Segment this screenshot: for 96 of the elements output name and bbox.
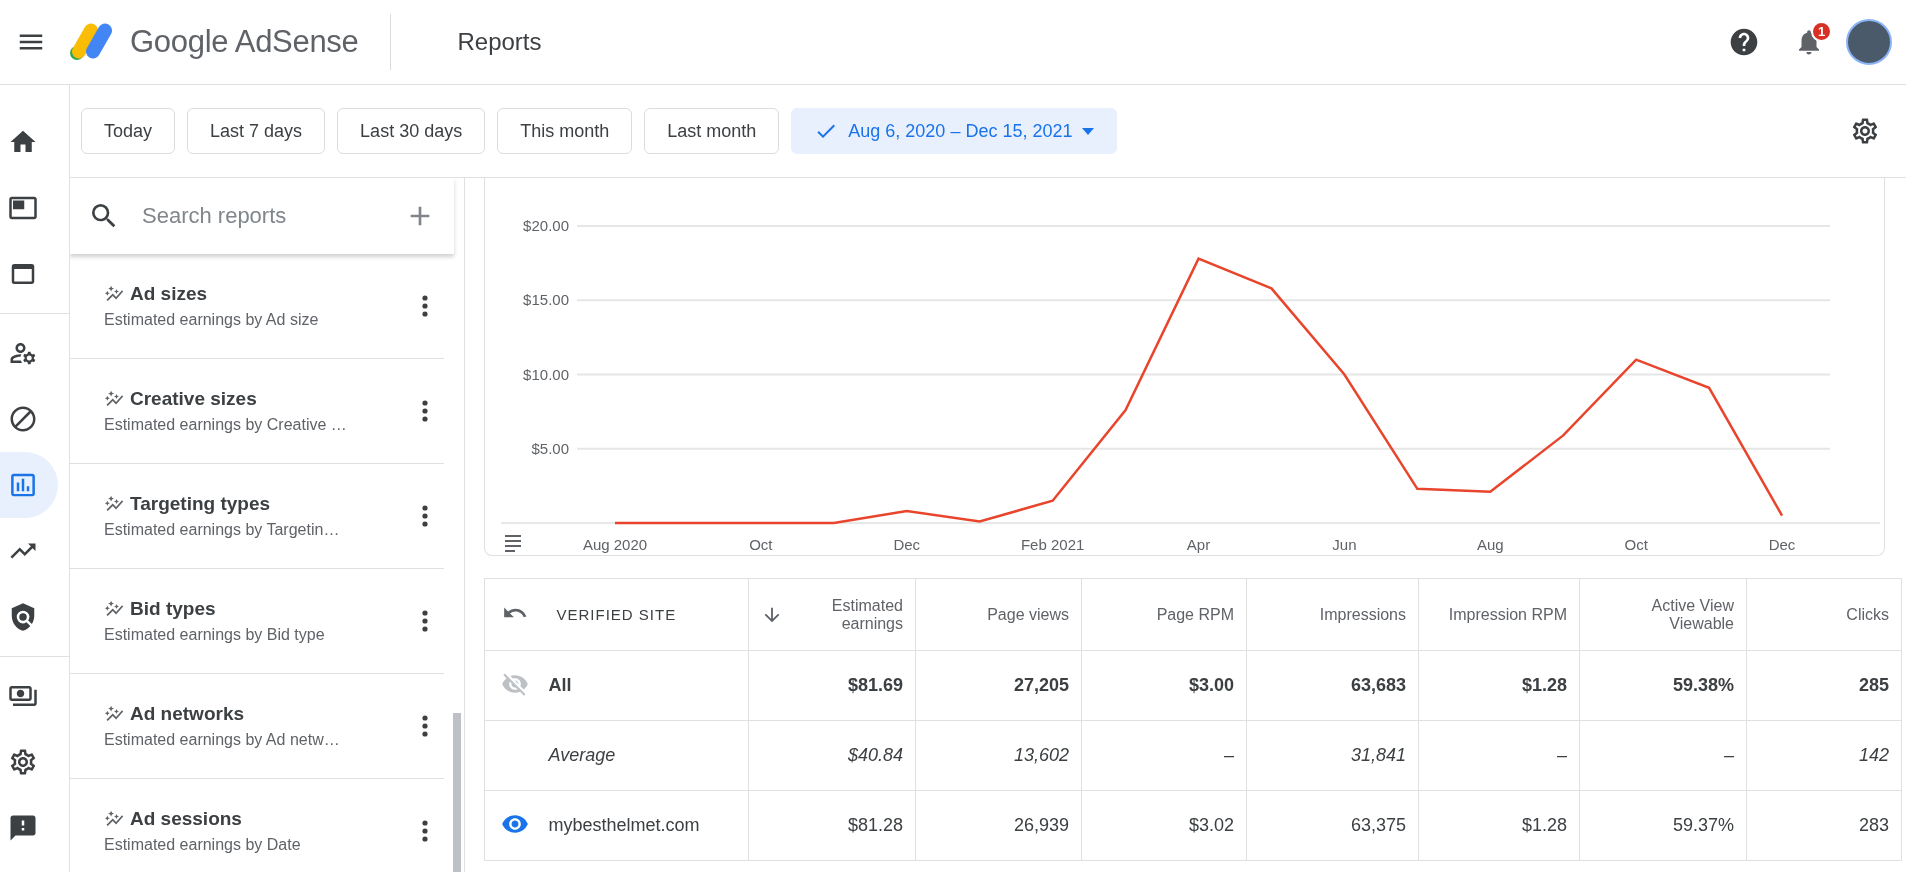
column-header[interactable]: Page views	[915, 578, 1082, 651]
report-item[interactable]: Creative sizes Estimated earnings by Creative …	[70, 359, 444, 464]
settings-icon	[8, 747, 38, 777]
x-axis-label: Dec	[893, 536, 921, 553]
x-axis-label: Feb 2021	[1020, 536, 1085, 553]
report-subtitle: Estimated earnings by Bid type	[104, 626, 326, 644]
report-subtitle: Estimated earnings by Ad netw…	[104, 731, 341, 749]
caret-icon	[1082, 127, 1095, 135]
table-cell: –	[1579, 720, 1747, 791]
report-title: Ad sizes	[130, 283, 208, 305]
y-axis-label: $5.00	[531, 439, 569, 457]
date-filter-chip[interactable]: This month	[497, 108, 633, 154]
report-subtitle: Estimated earnings by Date	[104, 836, 302, 854]
site-cell: All	[544, 650, 749, 721]
column-header[interactable]: Active View Viewable	[1579, 578, 1747, 651]
x-axis-label: Aug 2020	[582, 536, 648, 553]
table-cell: 283	[1746, 790, 1902, 861]
date-filter-chip[interactable]: Last month	[644, 108, 780, 154]
table-cell: $81.28	[748, 790, 916, 861]
table-cell: 13,602	[915, 720, 1082, 791]
y-axis-label: $10.00	[523, 365, 569, 383]
sparkle-graph-icon	[104, 599, 124, 619]
sparkle-graph-icon	[104, 809, 124, 829]
report-item[interactable]: Ad networks Estimated earnings by Ad netw…	[70, 674, 444, 779]
column-header[interactable]: Impression RPM	[1418, 578, 1580, 651]
nav-item[interactable]	[0, 452, 58, 518]
page-title: Reports	[457, 28, 542, 56]
report-item[interactable]: Bid types Estimated earnings by Bid type	[70, 569, 444, 674]
report-title: Ad sessions	[130, 808, 242, 830]
block-icon	[8, 404, 38, 434]
feedback-icon	[8, 813, 38, 843]
table-cell: 142	[1746, 720, 1902, 791]
table-cell: 285	[1746, 650, 1902, 721]
report-subtitle: Estimated earnings by Targetin…	[104, 521, 341, 539]
y-axis-label: $15.00	[523, 291, 569, 309]
site-cell: mybesthelmet.com	[544, 790, 749, 861]
report-title: Ad networks	[130, 703, 245, 725]
date-filter-chip[interactable]: Last 30 days	[337, 108, 486, 154]
column-header[interactable]: Page RPM	[1081, 578, 1247, 651]
avatar[interactable]	[1846, 19, 1892, 65]
settings-icon	[1850, 116, 1880, 146]
report-item[interactable]: Ad sizes Estimated earnings by Ad size	[70, 254, 444, 359]
report-item[interactable]: Targeting types Estimated earnings by Targetin…	[70, 464, 444, 569]
x-axis-label: Dec	[1768, 536, 1796, 553]
table-cell: $1.28	[1418, 650, 1580, 721]
table-cell: 26,939	[915, 790, 1082, 861]
sparkle-graph-icon	[104, 494, 124, 514]
table-cell: $3.00	[1081, 650, 1247, 721]
x-axis-label: Apr	[1186, 536, 1211, 553]
product-name: Google AdSense	[130, 24, 359, 60]
table-cell: 59.38%	[1579, 650, 1747, 721]
table-cell: $40.84	[748, 720, 916, 791]
date-filter-chip[interactable]: Aug 6, 2020 – Dec 15, 2021	[791, 108, 1118, 154]
more-vert-icon	[422, 610, 428, 632]
notification-badge: 1	[1811, 21, 1832, 42]
notifications-button[interactable]: 1	[1788, 21, 1830, 63]
help-icon	[1728, 26, 1760, 58]
table-cell: $3.02	[1081, 790, 1247, 861]
table-cell: 31,841	[1246, 720, 1419, 791]
table-cell: 63,683	[1246, 650, 1419, 721]
table-cell: 63,375	[1246, 790, 1419, 861]
report-title: Bid types	[130, 598, 216, 620]
report-subtitle: Estimated earnings by Creative …	[104, 416, 348, 434]
date-filter-chip[interactable]: Today	[81, 108, 176, 154]
table-cell: 27,205	[915, 650, 1082, 721]
column-header[interactable]: Impressions	[1246, 578, 1419, 651]
table-cell: 59.37%	[1579, 790, 1747, 861]
column-header[interactable]: VERIFIED SITE	[544, 578, 749, 651]
report-title: Creative sizes	[130, 388, 257, 410]
date-filter-chip[interactable]: Last 7 days	[187, 108, 326, 154]
legend-menu-icon[interactable]	[504, 535, 522, 552]
more-vert-icon	[422, 295, 428, 317]
more-vert-icon	[422, 400, 428, 422]
report-title: Targeting types	[130, 493, 271, 515]
scrollbar-thumb[interactable]	[453, 713, 461, 872]
search-field[interactable]: Search reports	[140, 202, 384, 230]
x-axis-label: Oct	[749, 536, 773, 553]
more-vert-icon	[422, 820, 428, 842]
sparkle-graph-icon	[104, 284, 124, 304]
x-axis-label: Oct	[1624, 536, 1648, 553]
column-header[interactable]: Clicks	[1746, 578, 1902, 651]
x-axis-label: Aug	[1476, 536, 1504, 553]
site-cell: Average	[544, 720, 749, 791]
table-cell: –	[1081, 720, 1247, 791]
report-subtitle: Estimated earnings by Ad size	[104, 311, 320, 329]
column-header[interactable]: Estimated earnings	[748, 578, 916, 651]
x-axis-label: Jun	[1332, 536, 1357, 553]
table-cell: –	[1418, 720, 1580, 791]
more-vert-icon	[422, 715, 428, 737]
sparkle-graph-icon	[104, 389, 124, 409]
sparkle-graph-icon	[104, 704, 124, 724]
more-vert-icon	[422, 505, 428, 527]
report-item[interactable]: Ad sessions Estimated earnings by Date	[70, 779, 444, 872]
table-cell: $1.28	[1418, 790, 1580, 861]
table-cell: $81.69	[748, 650, 916, 721]
y-axis-label: $20.00	[523, 217, 569, 234]
